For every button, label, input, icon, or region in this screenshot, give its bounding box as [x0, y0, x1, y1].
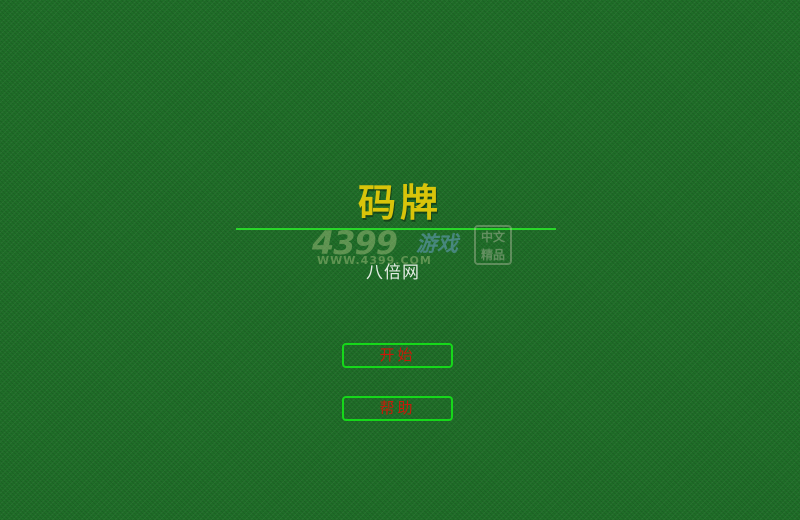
- game-title: 码牌: [357, 180, 442, 225]
- game-subtitle: 八倍网: [366, 263, 420, 283]
- start-button[interactable]: 开始: [342, 343, 453, 368]
- game-screen: 码牌 4399 游戏 WWW.4399.COM 中文精品 八倍网 开始 帮助: [0, 0, 800, 520]
- help-button[interactable]: 帮助: [342, 396, 453, 421]
